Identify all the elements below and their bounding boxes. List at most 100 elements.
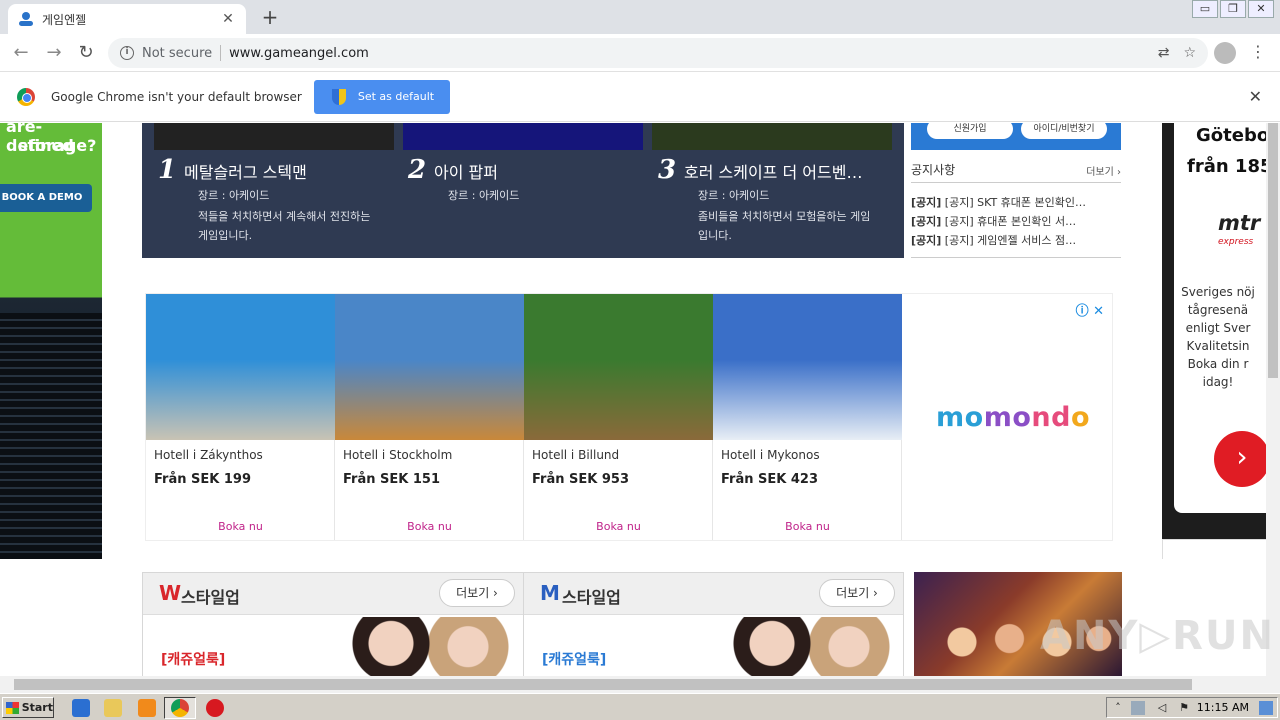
panel-category[interactable]: [캐쥬얼룩] <box>542 649 606 669</box>
clock[interactable]: 11:15 AM <box>1197 701 1249 714</box>
tray-expand-icon[interactable]: ˄ <box>1111 701 1125 715</box>
security-label[interactable]: Not secure <box>142 46 212 61</box>
chrome-task-button[interactable] <box>164 697 196 719</box>
model-photo[interactable] <box>303 617 523 676</box>
notice-text: [공지] 휴대폰 본인확인 서… <box>944 215 1077 228</box>
m-style-panel: M 스타일업 더보기 › [캐쥬얼룩] <box>523 572 904 676</box>
notice-item[interactable]: [공지] [공지] 휴대폰 본인확인 서… <box>911 212 1121 231</box>
address-bar[interactable]: i Not secure www.gameangel.com ⇄ ☆ <box>108 38 1208 68</box>
windows-flag-icon <box>6 701 19 714</box>
notice-divider <box>911 257 1121 258</box>
panel-category[interactable]: [캐쥬얼룩] <box>161 649 225 669</box>
right-ad-arrow-button[interactable]: › <box>1214 431 1266 487</box>
server-rack-image <box>0 313 102 559</box>
right-ad-body: Sveriges nöj tågresenä enligt Sver Kvali… <box>1181 285 1255 389</box>
reload-button[interactable]: ↻ <box>74 41 98 65</box>
site-info-icon[interactable]: i <box>120 46 134 60</box>
tab-close-icon[interactable]: ✕ <box>220 11 236 27</box>
horizontal-scroll-thumb[interactable] <box>14 679 1192 690</box>
momondo-logo[interactable]: momondo <box>936 402 1090 433</box>
game-ranking-panel: 1 메탈슬러그 스텍맨 장르 : 아케이드 적들을 처치하면서 계속해서 전진하… <box>142 123 904 258</box>
book-now-link[interactable]: Boka nu <box>335 520 524 533</box>
media-player-icon[interactable] <box>138 699 156 717</box>
notice-tag: [공지] <box>911 215 942 228</box>
right-side-ad[interactable]: Götebo från 185 mtr express Sveriges nöj… <box>1162 123 1266 539</box>
bookmark-star-icon[interactable]: ☆ <box>1183 45 1196 61</box>
show-desktop-icon[interactable] <box>1259 701 1273 715</box>
hotel-card[interactable]: Hotell i Stockholm Från SEK 151 Boka nu <box>335 294 524 540</box>
hotel-card[interactable]: Hotell i Mykonos Från SEK 423 Boka nu <box>713 294 902 540</box>
page-viewport: are-defined storage? BOOK A DEMO 1 메탈슬러그… <box>0 123 1266 676</box>
set-as-default-button[interactable]: Set as default <box>313 79 451 114</box>
game-name[interactable]: 아이 팝퍼 <box>434 159 646 183</box>
game-name[interactable]: 호러 스케이프 더 어드벤… <box>684 159 896 183</box>
left-side-ad[interactable]: are-defined storage? BOOK A DEMO <box>0 123 102 559</box>
hotel-ad-banner[interactable]: Hotell i Zákynthos Från SEK 199 Boka nu … <box>145 293 1113 541</box>
vertical-scrollbar[interactable] <box>1266 123 1280 676</box>
book-now-link[interactable]: Boka nu <box>146 520 335 533</box>
game-thumbnail-1[interactable] <box>154 123 394 150</box>
translate-icon[interactable]: ⇄ <box>1158 45 1170 61</box>
tab-gameangel[interactable]: 게임엔젤 ✕ <box>8 4 246 34</box>
game-thumbnail-2[interactable] <box>403 123 643 150</box>
close-window-button[interactable]: ✕ <box>1248 0 1274 18</box>
start-button[interactable]: Start <box>2 697 54 718</box>
site-favicon-icon <box>18 11 34 27</box>
network-icon[interactable] <box>1131 701 1145 715</box>
logo-part: nd <box>1031 402 1071 433</box>
notice-item[interactable]: [공지] [공지] SKT 휴대폰 본인확인… <box>911 193 1121 212</box>
notice-list: [공지] [공지] SKT 휴대폰 본인확인… [공지] [공지] 휴대폰 본인… <box>911 193 1121 250</box>
chrome-menu-icon[interactable]: ⋮ <box>1250 42 1266 64</box>
browser-toolbar: ← → ↻ i Not secure www.gameangel.com ⇄ ☆… <box>0 34 1280 72</box>
w-style-panel: W 스타일업 더보기 › [캐쥬얼룩] <box>142 572 524 676</box>
notice-header: 공지사항 더보기 › <box>911 159 1121 183</box>
minimize-button[interactable]: ▭ <box>1192 0 1218 18</box>
notice-tag: [공지] <box>911 234 942 247</box>
notice-item[interactable]: [공지] [공지] 게임엔젤 서비스 점… <box>911 231 1121 250</box>
notice-tag: [공지] <box>911 196 942 209</box>
url-text[interactable]: www.gameangel.com <box>229 46 1144 61</box>
book-now-link[interactable]: Boka nu <box>524 520 713 533</box>
panel-more-button[interactable]: 더보기 › <box>439 579 515 607</box>
notice-more-link[interactable]: 더보기 › <box>1086 163 1121 178</box>
back-button[interactable]: ← <box>9 41 33 65</box>
book-demo-button[interactable]: BOOK A DEMO <box>0 184 92 212</box>
uac-shield-icon <box>331 88 346 105</box>
hotel-price: Från SEK 151 <box>343 472 440 487</box>
hotel-card[interactable]: Hotell i Billund Från SEK 953 Boka nu <box>524 294 713 540</box>
adchoices-icon[interactable]: ⓘ ✕ <box>1076 300 1104 319</box>
login-box-bottom: 신원가입 아이디/비번찾기 <box>911 123 1121 150</box>
panel-more-button[interactable]: 더보기 › <box>819 579 895 607</box>
model-photo[interactable] <box>684 617 904 676</box>
notice-text: [공지] SKT 휴대폰 본인확인… <box>944 196 1087 209</box>
notice-title: 공지사항 <box>911 163 956 177</box>
chrome-icon <box>171 699 189 717</box>
rank-number: 1 <box>158 155 177 185</box>
game-thumbnail-3[interactable] <box>652 123 892 150</box>
opera-icon[interactable] <box>206 699 224 717</box>
hotel-photo <box>713 294 902 440</box>
book-now-link[interactable]: Boka nu <box>713 520 902 533</box>
vertical-scroll-thumb[interactable] <box>1268 123 1278 378</box>
ie-icon[interactable] <box>72 699 90 717</box>
hotel-city: Hotell i Stockholm <box>343 448 453 462</box>
right-ad-subheadline: från 185 <box>1187 156 1266 177</box>
infobar-close-icon[interactable]: ✕ <box>1249 87 1262 106</box>
signup-button[interactable]: 신원가입 <box>927 123 1013 139</box>
set-as-default-label: Set as default <box>357 90 435 103</box>
hotel-price: Från SEK 953 <box>532 472 629 487</box>
find-account-button[interactable]: 아이디/비번찾기 <box>1021 123 1107 139</box>
volume-icon[interactable]: ◁ <box>1155 701 1169 715</box>
panel-letter: W <box>159 581 182 605</box>
flag-notification-icon[interactable]: ⚑ <box>1177 701 1191 715</box>
right-ad-headline: Götebo <box>1196 125 1266 146</box>
horizontal-scrollbar[interactable] <box>0 676 1280 693</box>
forward-button[interactable]: → <box>42 41 66 65</box>
folder-icon[interactable] <box>104 699 122 717</box>
window-controls: ▭ ❐ ✕ <box>1190 0 1274 18</box>
hotel-card[interactable]: Hotell i Zákynthos Från SEK 199 Boka nu <box>146 294 335 540</box>
maximize-button[interactable]: ❐ <box>1220 0 1246 18</box>
new-tab-button[interactable]: + <box>258 6 282 30</box>
profile-avatar-icon[interactable] <box>1214 42 1236 64</box>
game-name[interactable]: 메탈슬러그 스텍맨 <box>184 159 396 183</box>
